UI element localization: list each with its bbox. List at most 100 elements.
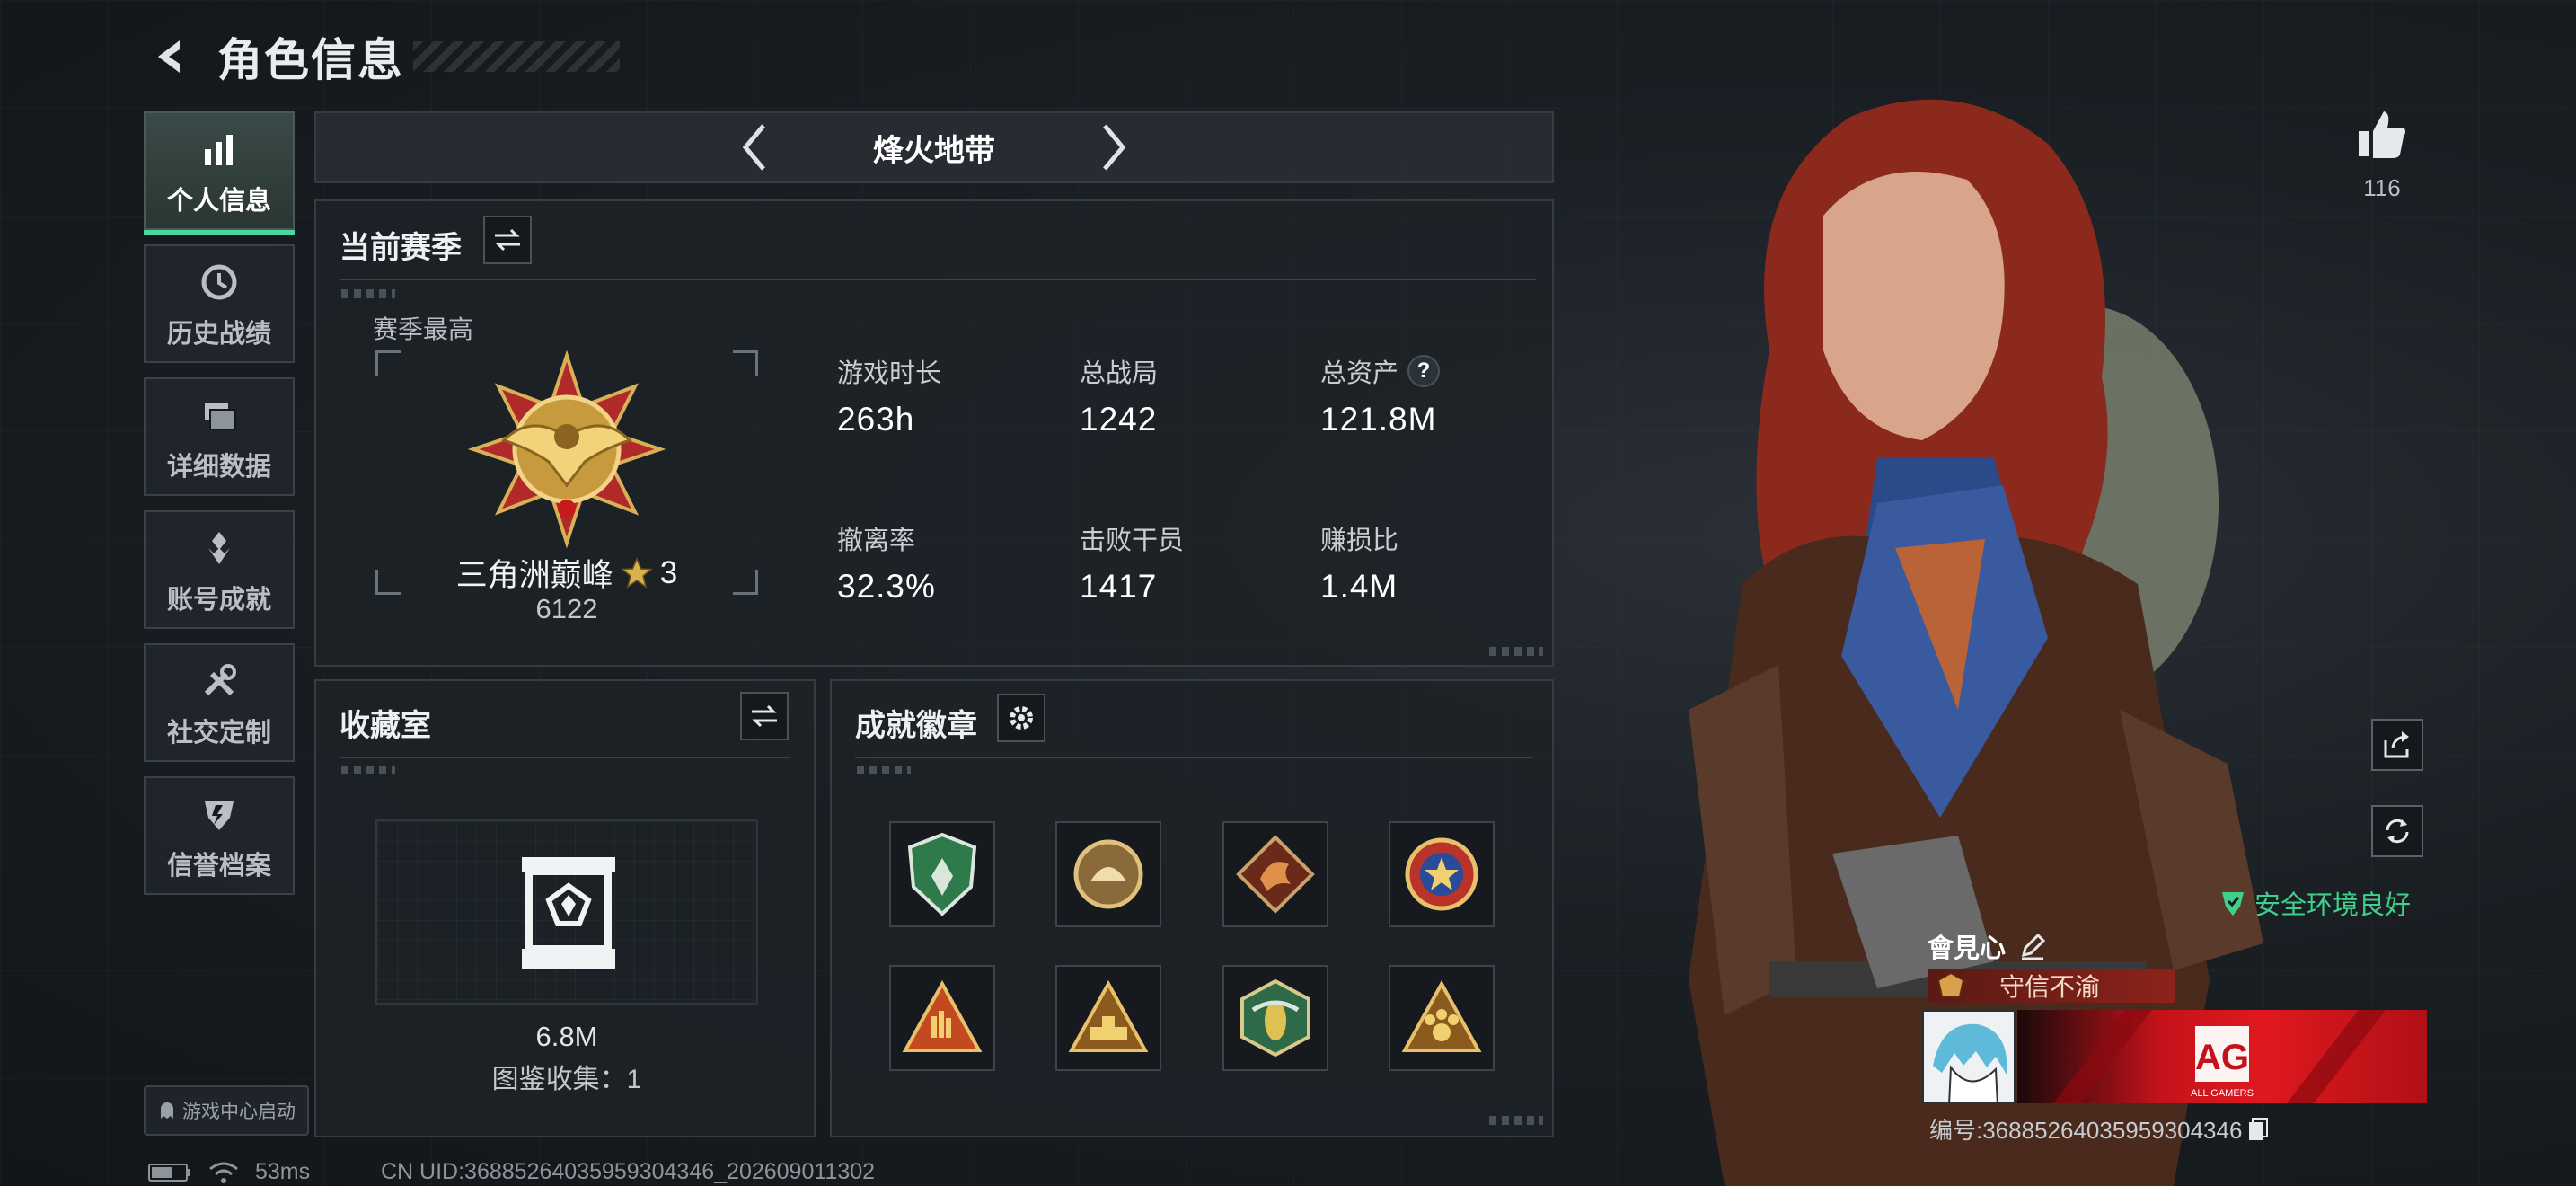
uid-text: CN UID:36885264035959304346_202609011302 <box>381 1159 876 1184</box>
copy-icon[interactable] <box>2247 1117 2269 1142</box>
page-title: 角色信息 <box>217 35 404 85</box>
achievement-badge[interactable] <box>1389 965 1495 1071</box>
achievement-badge[interactable] <box>1055 965 1161 1071</box>
nav-label: 信誉档案 <box>166 852 271 881</box>
player-name: 會見心 <box>1928 927 2047 965</box>
mode-prev-button[interactable] <box>728 120 781 174</box>
stat-label-text: 总资产 <box>1320 359 1399 388</box>
battery-icon <box>148 1163 190 1182</box>
title-decoration <box>413 41 620 72</box>
rank-emblem-icon <box>468 350 666 548</box>
share-icon <box>2384 731 2409 758</box>
clock-icon <box>194 257 244 307</box>
stat-label: 总资产 ? <box>1320 352 1441 390</box>
nav-item-detailed-data[interactable]: 详细数据 <box>144 377 295 496</box>
game-center-launch-button[interactable]: 游戏中心启动 <box>144 1085 309 1136</box>
help-icon[interactable]: ? <box>1407 355 1441 387</box>
stat-label: 游戏时长 <box>837 359 942 388</box>
stat-total-assets: 总资产 ? 121.8M <box>1320 352 1441 438</box>
like-button[interactable] <box>2353 106 2411 164</box>
stat-label: 撤离率 <box>837 527 916 555</box>
side-nav: 个人信息 历史战绩 详细数据 账号成就 社交定制 信誉档案 <box>144 111 295 909</box>
blue-star-badge-icon <box>1405 837 1478 911</box>
stat-value: 1417 <box>1080 568 1158 605</box>
divider <box>340 279 1536 280</box>
tank-badge-icon <box>1068 980 1149 1052</box>
tools-icon <box>194 656 244 706</box>
nav-item-credit-record[interactable]: 信誉档案 <box>144 776 295 895</box>
collection-switch-button[interactable] <box>740 692 789 740</box>
like-count: 116 <box>2363 174 2401 201</box>
player-id: 编号:36885264035959304346 <box>1929 1112 2269 1146</box>
rock-hand-badge-icon <box>902 980 983 1052</box>
nav-item-achievements[interactable]: 账号成就 <box>144 510 295 629</box>
profile-banner[interactable]: AG ALL GAMERS <box>2017 1010 2427 1103</box>
stat-label: 击败干员 <box>1080 527 1185 555</box>
rank-name-text: 三角洲巅峰 <box>455 558 613 593</box>
achievement-badge[interactable] <box>889 965 995 1071</box>
gear-icon <box>1010 706 1033 730</box>
paw-badge-icon <box>1401 980 1482 1052</box>
ghost-icon <box>161 1102 173 1119</box>
player-name-text: 會見心 <box>1928 934 2007 963</box>
achievement-badge[interactable] <box>1389 821 1495 927</box>
refresh-button[interactable] <box>2371 805 2423 857</box>
mode-next-button[interactable] <box>1087 120 1141 174</box>
nav-label: 社交定制 <box>166 719 271 748</box>
nav-label: 个人信息 <box>166 187 271 216</box>
gold-shell-badge-icon <box>1073 839 1143 909</box>
stat-value: 1.4M <box>1320 568 1398 605</box>
swap-icon <box>495 228 520 252</box>
avatar[interactable] <box>1922 1010 2016 1103</box>
rank-stars: 3 <box>659 554 678 590</box>
stat-total-matches: 总战局 1242 <box>1080 352 1158 438</box>
nav-item-personal-info[interactable]: 个人信息 <box>144 111 295 235</box>
season-switch-button[interactable] <box>483 216 532 264</box>
edit-icon[interactable] <box>2018 932 2047 960</box>
collection-display[interactable] <box>375 819 758 1005</box>
shield-icon <box>194 789 244 839</box>
stat-value: 1242 <box>1080 401 1158 438</box>
achievement-badge[interactable] <box>1222 821 1328 927</box>
nav-label: 详细数据 <box>166 453 271 482</box>
season-title: 当前赛季 <box>340 231 462 265</box>
dragon-badge-icon <box>1236 835 1315 914</box>
ping-text: 53ms <box>255 1159 311 1184</box>
decoration <box>857 766 911 774</box>
stat-profit-loss-ratio: 赚损比 1.4M <box>1320 519 1398 606</box>
display-case-icon <box>522 857 615 969</box>
rank-name: 三角洲巅峰 3 <box>375 550 758 596</box>
back-arrow-icon[interactable] <box>144 30 198 84</box>
achievements-settings-button[interactable] <box>997 694 1045 742</box>
refresh-icon <box>2386 819 2409 844</box>
bar-chart-icon <box>194 124 244 174</box>
thumbs-up-icon <box>2359 111 2405 158</box>
collection-count: 图鉴收集：1 <box>491 1065 642 1094</box>
achievement-icon <box>194 523 244 573</box>
achievement-badge[interactable] <box>889 821 995 927</box>
stat-operators-defeated: 击败干员 1417 <box>1080 519 1184 606</box>
share-button[interactable] <box>2371 719 2423 771</box>
season-best-label: 赛季最高 <box>373 315 474 343</box>
swap-icon <box>752 704 777 728</box>
collection-title: 收藏室 <box>340 709 431 743</box>
divider <box>340 757 790 758</box>
stat-value: 32.3% <box>837 568 936 605</box>
stat-value: 121.8M <box>1320 401 1437 438</box>
stat-extraction-rate: 撤离率 32.3% <box>837 519 936 606</box>
achievement-badge[interactable] <box>1055 821 1161 927</box>
nav-label: 历史战绩 <box>166 320 271 349</box>
achievement-badge[interactable] <box>1222 965 1328 1071</box>
chevron-right-icon <box>1103 124 1126 171</box>
decoration <box>1489 1116 1543 1125</box>
rank-points: 6122 <box>535 593 598 624</box>
nav-item-match-history[interactable]: 历史战绩 <box>144 244 295 363</box>
status-bar: 53ms <box>147 1159 310 1185</box>
decoration <box>1489 647 1543 656</box>
banner-logo-subtext: ALL GAMERS <box>2191 1088 2254 1099</box>
stat-play-time: 游戏时长 263h <box>837 352 941 438</box>
nav-item-social-custom[interactable]: 社交定制 <box>144 643 295 762</box>
page-header: 角色信息 <box>144 25 620 88</box>
stat-label: 总战局 <box>1080 359 1159 388</box>
star-icon <box>620 556 653 589</box>
